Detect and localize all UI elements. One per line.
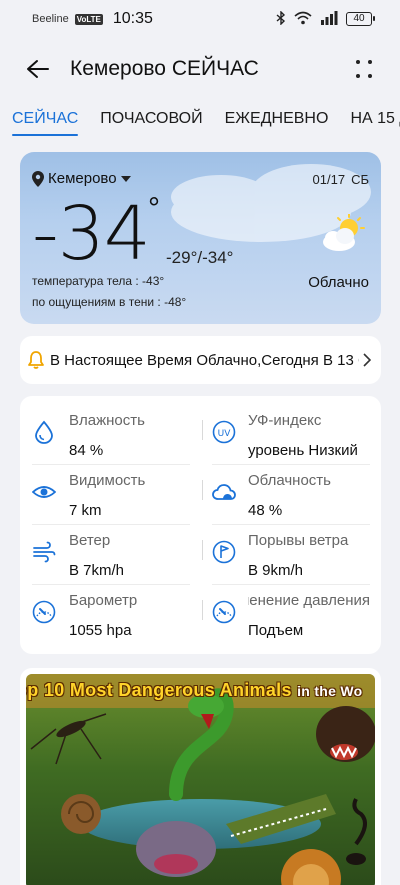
- cloud-cover-label: Облачность: [248, 472, 331, 489]
- promo-image: op 10 Most Dangerous Animals in the Wo: [26, 674, 375, 885]
- signal-icon: [320, 10, 338, 28]
- body-temperature: температура тела : -43°: [32, 274, 165, 288]
- tab-now[interactable]: СЕЙЧАС: [12, 100, 79, 136]
- date-display: 01/17 СБ: [313, 172, 369, 187]
- temperature-range: -29°/-34°: [166, 248, 234, 267]
- weather-details-card: Влажность 84 % UV УФ-индекс уровень Низк…: [20, 396, 381, 654]
- page-title: Кемерово СЕЙЧАС: [70, 57, 259, 80]
- chevron-right-icon: [363, 353, 371, 367]
- barometer-value: 1055 hpa: [69, 622, 132, 639]
- detail-visibility: Видимость 7 km: [20, 456, 190, 519]
- divider: [202, 540, 203, 560]
- location-name: Кемерово: [48, 170, 117, 187]
- divider: [202, 600, 203, 620]
- more-dots-icon: [356, 60, 372, 78]
- partly-cloudy-icon: [323, 214, 365, 251]
- degree-symbol: °: [148, 192, 160, 225]
- detail-uv-index: UV УФ-индекс уровень Низкий: [200, 396, 370, 459]
- alert-message: В Настоящее Время Облачно,Сегодня В 13 С…: [50, 351, 359, 369]
- humidity-drop-icon: [35, 420, 53, 444]
- weekday-value: СБ: [351, 172, 369, 187]
- location-pin-icon: [32, 170, 44, 187]
- visibility-label: Видимость: [69, 472, 146, 489]
- divider: [202, 420, 203, 440]
- tab-15-days[interactable]: НА 15 ДНЕЙ: [350, 100, 400, 128]
- cloud-cover-icon: [212, 484, 236, 500]
- uv-label: УФ-индекс: [248, 412, 322, 429]
- weather-alert-banner[interactable]: В Настоящее Время Облачно,Сегодня В 13 С…: [20, 336, 381, 384]
- app-header: Кемерово СЕЙЧАС: [0, 38, 400, 100]
- divider: [202, 480, 203, 500]
- promo-title: op 10 Most Dangerous Animals in the Wo: [26, 680, 363, 701]
- more-options-button[interactable]: [352, 55, 376, 83]
- carrier-name: Beeline: [32, 13, 69, 25]
- barometer-icon: [32, 600, 56, 624]
- current-weather-card: Кемерово 01/17 СБ -34 ° -29°/-34° темпер…: [20, 152, 381, 324]
- promo-title-tail: in the Wo: [297, 683, 363, 699]
- barometer-label: Барометр: [69, 592, 138, 609]
- humidity-label: Влажность: [69, 412, 145, 429]
- forecast-tabs: СЕЙЧАС ПОЧАСОВОЙ ЕЖЕДНЕВНО НА 15 ДНЕЙ: [0, 100, 400, 140]
- detail-pressure-change: Изменение давления Подъем: [200, 576, 370, 639]
- volte-badge: VoLTE: [74, 13, 103, 25]
- promo-illustration: [26, 674, 375, 885]
- bluetooth-icon: [276, 9, 286, 28]
- detail-barometer: Барометр 1055 hpa: [20, 576, 190, 639]
- pressure-change-value: Подъем: [248, 622, 304, 639]
- divider: [212, 464, 370, 465]
- promo-title-main: op 10 Most Dangerous Animals: [26, 680, 292, 700]
- svg-text:UV: UV: [218, 429, 232, 439]
- status-bar: Beeline VoLTE 10:35 40: [0, 0, 400, 38]
- back-arrow-icon: [27, 60, 49, 78]
- wind-label: Ветер: [69, 532, 111, 549]
- location-selector[interactable]: Кемерово: [32, 170, 131, 187]
- dropdown-triangle-icon: [120, 175, 131, 182]
- back-button[interactable]: [24, 55, 52, 83]
- battery-indicator: 40: [346, 12, 375, 26]
- current-temperature: -34: [32, 191, 151, 277]
- divider: [32, 464, 190, 465]
- bell-icon: [28, 351, 44, 369]
- weather-condition: Облачно: [308, 274, 369, 291]
- detail-humidity: Влажность 84 %: [20, 396, 190, 459]
- pressure-change-icon: [212, 600, 236, 624]
- tab-hourly[interactable]: ПОЧАСОВОЙ: [100, 100, 202, 128]
- wifi-icon: [294, 11, 312, 28]
- uv-icon: UV: [212, 420, 236, 444]
- gust-flag-icon: [212, 540, 236, 564]
- detail-cloud-cover: Облачность 48 %: [200, 456, 370, 519]
- detail-wind-gusts: Порывы ветра В 9km/h: [200, 516, 370, 579]
- shade-feels-like: по ощущениям в тени : -48°: [32, 295, 187, 309]
- detail-wind: Ветер В 7km/h: [20, 516, 190, 579]
- wind-icon: [33, 541, 56, 563]
- status-time: 10:35: [112, 10, 153, 27]
- pressure-change-label: Изменение давления: [248, 592, 370, 609]
- promo-banner[interactable]: op 10 Most Dangerous Animals in the Wo: [20, 668, 381, 885]
- date-value: 01/17: [312, 172, 346, 187]
- wind-gusts-label: Порывы ветра: [248, 532, 349, 549]
- tab-daily[interactable]: ЕЖЕДНЕВНО: [225, 100, 329, 128]
- visibility-eye-icon: [32, 486, 56, 498]
